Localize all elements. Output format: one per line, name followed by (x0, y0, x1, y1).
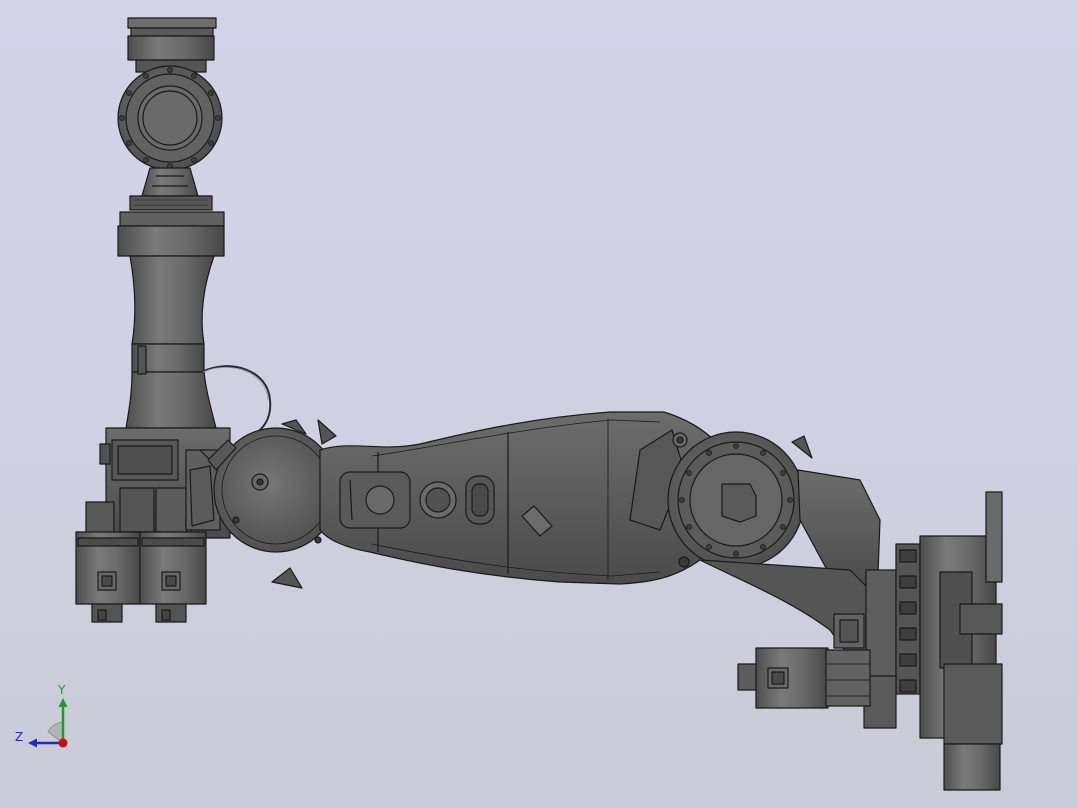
robot-arm-model[interactable] (0, 0, 1078, 808)
view-orientation-triad[interactable]: Y Z (10, 682, 80, 752)
axis-z-label: Z (15, 730, 24, 744)
motor-left-a[interactable] (75, 531, 141, 623)
upper-arm-link[interactable] (117, 211, 272, 437)
motor-right[interactable] (737, 647, 871, 709)
wrist-flange-assembly[interactable] (117, 17, 223, 211)
motor-left-b[interactable] (139, 531, 207, 623)
cad-graphics-viewport[interactable]: Y Z (0, 0, 1078, 808)
axis-y-label: Y (58, 683, 66, 697)
